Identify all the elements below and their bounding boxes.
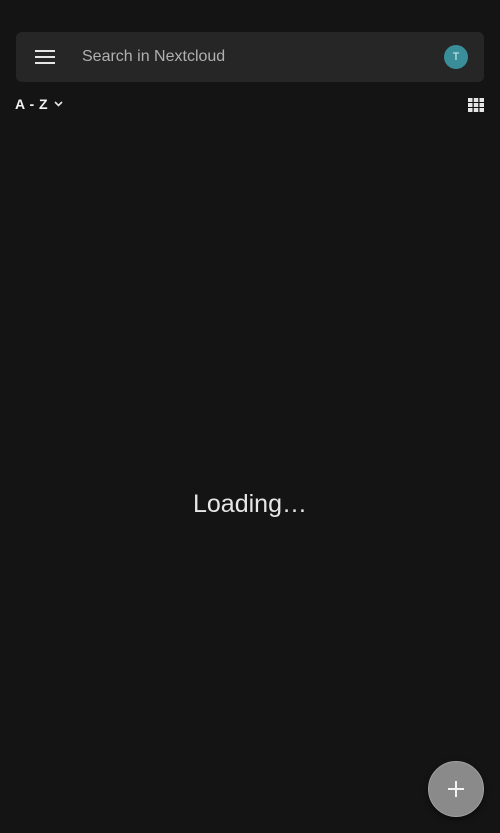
hamburger-menu-icon <box>35 50 55 64</box>
chevron-down-icon <box>54 101 63 107</box>
avatar[interactable]: T <box>444 45 468 69</box>
search-input[interactable]: Search in Nextcloud <box>74 48 444 66</box>
add-button[interactable] <box>428 761 484 817</box>
sort-dropdown[interactable]: A - Z <box>15 96 63 112</box>
grid-view-icon[interactable] <box>468 98 484 112</box>
loading-text: Loading… <box>193 490 307 518</box>
sort-label: A - Z <box>15 96 49 112</box>
search-bar[interactable]: Search in Nextcloud T <box>16 32 484 82</box>
plus-icon <box>448 781 464 797</box>
menu-button[interactable] <box>16 32 74 82</box>
